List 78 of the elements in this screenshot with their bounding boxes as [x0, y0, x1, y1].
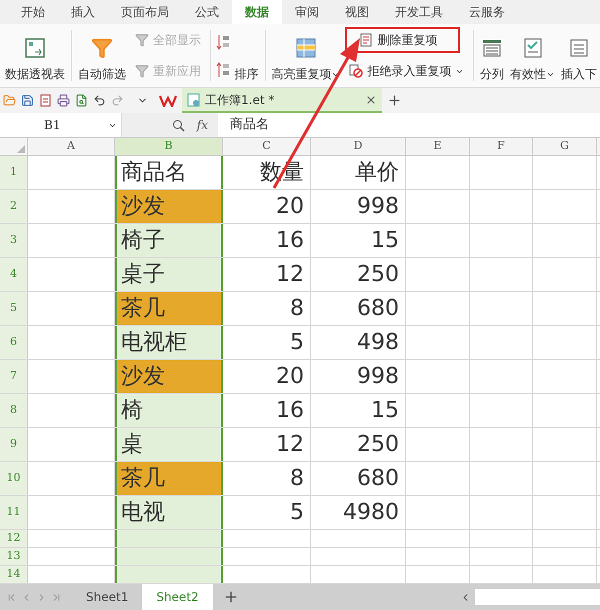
menu-tab[interactable]: 公式: [182, 0, 232, 24]
column-header[interactable]: G: [533, 138, 597, 155]
function-label[interactable]: fx: [196, 116, 208, 134]
add-sheet-icon[interactable]: [222, 589, 239, 605]
sheet-tab[interactable]: Sheet1: [72, 584, 142, 610]
column-header[interactable]: B: [115, 138, 223, 155]
row-header[interactable]: 14: [0, 566, 28, 583]
row-header[interactable]: 4: [0, 258, 28, 291]
ribbon-button[interactable]: 有效性: [507, 24, 558, 87]
close-icon[interactable]: [365, 94, 377, 106]
column-header[interactable]: D: [311, 138, 406, 155]
table-cell: 桌子: [115, 258, 223, 291]
menu-tab[interactable]: 数据: [232, 0, 282, 24]
row-header[interactable]: 7: [0, 360, 28, 393]
menu-tab[interactable]: 审阅: [282, 0, 332, 24]
no-entry-icon: [349, 64, 364, 78]
pivot-table-icon: [24, 37, 46, 59]
split-columns-icon: [481, 37, 503, 59]
open-folder-icon[interactable]: [3, 94, 16, 107]
table-cell: 商品名: [115, 156, 223, 189]
menu-tab[interactable]: 页面布局: [108, 0, 182, 24]
ribbon-button[interactable]: 自动筛选: [74, 24, 129, 87]
ribbon-button[interactable]: 插入下: [558, 24, 600, 87]
ribbon-button[interactable]: 排序: [232, 24, 262, 87]
table-cell: 茶几: [115, 462, 223, 495]
menu-tab[interactable]: 开发工具: [382, 0, 456, 24]
row-header[interactable]: 1: [0, 156, 28, 189]
row-header[interactable]: 6: [0, 326, 28, 359]
menu-tab[interactable]: 插入: [58, 0, 108, 24]
w-logo-icon[interactable]: [159, 94, 177, 106]
horizontal-scrollbar[interactable]: [475, 589, 600, 605]
document-title: 工作簿1.et *: [205, 92, 276, 108]
sort-ascending-icon: [216, 32, 230, 50]
funnel-icon: [90, 37, 113, 59]
print-preview-icon[interactable]: [75, 94, 88, 107]
row-header[interactable]: 5: [0, 292, 28, 325]
row-header[interactable]: 10: [0, 462, 28, 495]
column-header[interactable]: F: [470, 138, 533, 155]
column-header[interactable]: C: [223, 138, 311, 155]
new-tab-icon[interactable]: [387, 93, 402, 108]
table-cell: 沙发: [115, 360, 223, 393]
row-header[interactable]: 3: [0, 224, 28, 257]
highlight-grid-icon: [294, 37, 317, 59]
spreadsheet-file-icon: [187, 92, 201, 106]
list-icon: [568, 37, 590, 59]
ribbon-button[interactable]: 高亮重复项: [268, 24, 344, 87]
table-cell: 椅: [115, 394, 223, 427]
document-icon: [359, 32, 374, 47]
save-icon[interactable]: [21, 94, 34, 107]
row-header[interactable]: 8: [0, 394, 28, 427]
sheet-tab[interactable]: Sheet2: [142, 584, 213, 610]
ribbon-button[interactable]: 数据透视表: [2, 24, 68, 87]
row-header[interactable]: 11: [0, 496, 28, 529]
sort-descending-icon: [216, 60, 230, 78]
ribbon-button[interactable]: 分列: [477, 24, 507, 87]
export-pdf-icon[interactable]: [39, 94, 52, 107]
row-header[interactable]: 12: [0, 530, 28, 547]
table-cell: 椅子: [115, 224, 223, 257]
row-header[interactable]: 2: [0, 190, 28, 223]
funnel-icon: [134, 64, 149, 78]
row-header[interactable]: 9: [0, 428, 28, 461]
ribbon-small-button[interactable]: 删除重复项: [345, 26, 460, 53]
zoom-icon[interactable]: [172, 118, 185, 132]
table-cell: 茶几: [115, 292, 223, 325]
column-header[interactable]: E: [406, 138, 470, 155]
funnel-icon: [134, 32, 149, 47]
table-cell: 沙发: [115, 190, 223, 223]
checklist-icon: [522, 37, 544, 59]
menu-tab[interactable]: 云服务: [456, 0, 518, 24]
menu-tab[interactable]: 开始: [8, 0, 58, 24]
table-cell: 电视: [115, 496, 223, 529]
undo-icon[interactable]: [93, 94, 106, 107]
print-icon[interactable]: [57, 94, 70, 107]
menu-tab[interactable]: 视图: [332, 0, 382, 24]
document-tab[interactable]: 工作簿1.et *: [182, 88, 382, 113]
table-cell: 桌: [115, 428, 223, 461]
table-cell: 电视柜: [115, 326, 223, 359]
row-header[interactable]: 13: [0, 548, 28, 565]
